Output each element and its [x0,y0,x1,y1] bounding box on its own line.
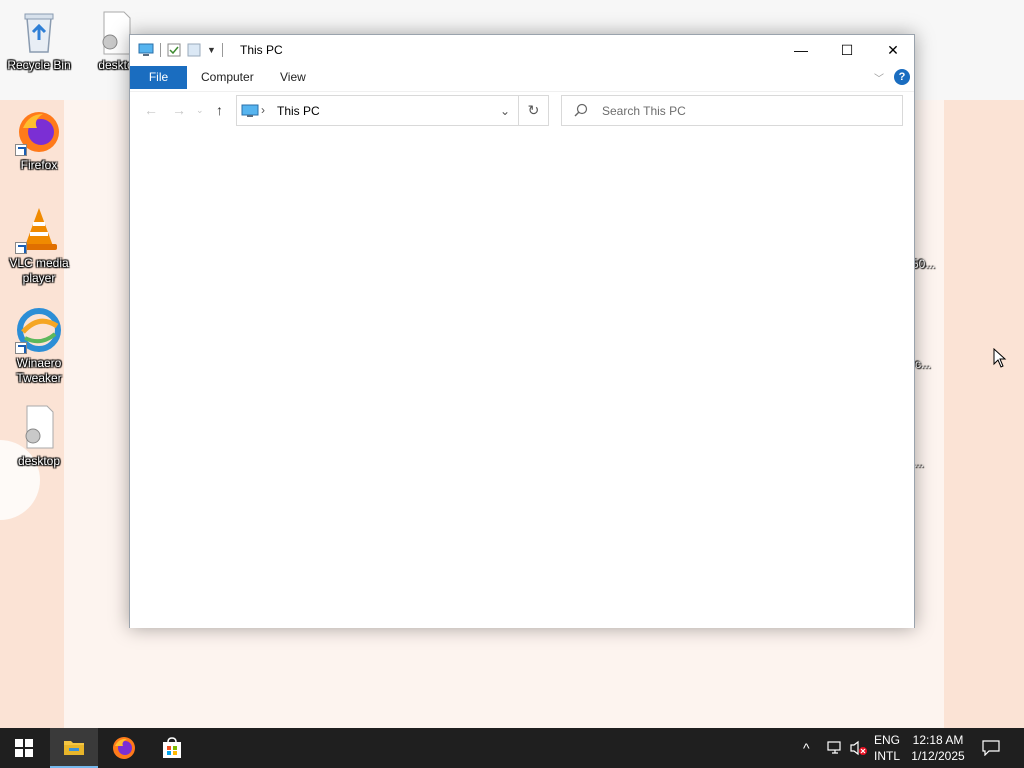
desktop-edge-label[interactable]: ... [914,456,924,470]
taskbar-clock[interactable]: 12:18 AM 1/12/2025 [906,732,970,764]
tab-computer[interactable]: Computer [189,66,266,89]
file-list-pane[interactable] [130,128,914,628]
desktop-edge-label[interactable]: c... [915,357,931,371]
firefox-icon [15,108,63,156]
minimize-icon: — [794,42,808,58]
volume-muted-icon[interactable] [850,728,868,768]
ribbon-right-controls: ﹀ ? [874,69,910,85]
toolbar-separator [160,43,161,57]
quick-access-toolbar: ▼ [138,42,223,58]
this-pc-icon [138,43,154,56]
address-location[interactable]: This PC [277,104,320,118]
refresh-icon: ↻ [527,102,540,118]
this-pc-icon [241,104,259,117]
forward-button[interactable]: → [172,102,186,118]
network-icon[interactable] [826,728,844,768]
action-center-button[interactable] [982,728,1000,768]
desktop-icon-firefox[interactable]: Firefox [1,108,77,173]
desktop-icon-label: VLC media player [9,256,69,285]
clock-date: 1/12/2025 [911,749,965,763]
close-button[interactable]: ✕ [870,35,916,65]
up-button[interactable]: ↑ [216,102,223,118]
firefox-icon [113,737,135,759]
recycle-bin-icon [15,8,63,56]
search-icon [574,103,588,117]
mouse-cursor-icon [993,348,1007,368]
desktop-icon-label: desktop [17,454,61,468]
window-title: This PC [240,43,283,57]
desktop-icon-vlc[interactable]: VLC media player [1,206,77,286]
close-icon: ✕ [887,41,899,58]
search-placeholder: Search This PC [602,104,686,118]
new-folder-icon[interactable] [187,43,201,57]
properties-icon[interactable] [167,43,181,57]
folder-icon [64,741,84,755]
input-language-indicator[interactable]: ENG INTL [874,732,900,764]
desktop-icon-winaero[interactable]: Winaero Tweaker [1,306,77,386]
shortcut-arrow-icon [15,342,27,354]
taskbar-firefox[interactable] [100,728,148,768]
address-history-dropdown-icon[interactable]: ⌄ [500,104,510,118]
taskbar-microsoft-store[interactable] [148,728,196,768]
store-bag-icon [163,737,181,758]
help-icon[interactable]: ? [894,69,910,85]
language-code: ENG [874,733,901,747]
desktop-icon-label: Recycle Bin [7,58,71,72]
settings-file-icon [15,404,63,452]
file-explorer-window[interactable]: ▼ This PC — ☐ ✕ File Computer View ﹀ ? ←… [129,34,915,628]
desktop-icon-recycle-bin[interactable]: Recycle Bin [1,8,77,73]
address-bar[interactable]: › This PC ⌄ [236,95,519,126]
desktop-edge-label[interactable]: 50... [912,257,935,271]
taskbar: ^ ENG INTL 12:18 AM 1/12/2025 [0,728,1024,768]
navigation-bar: ← → ⌄ ↑ › This PC ⌄ ↻ Search This PC [130,91,914,127]
desktop-icon-label: Winaero Tweaker [16,356,62,385]
tab-file[interactable]: File [130,66,187,89]
notification-icon [982,740,1000,756]
customize-toolbar-dropdown-icon[interactable]: ▼ [207,45,216,55]
shortcut-arrow-icon [15,242,27,254]
ribbon-tabs: File Computer View ﹀ ? [130,66,914,90]
start-button[interactable] [0,728,48,768]
title-bar[interactable]: ▼ This PC — ☐ ✕ [130,35,914,65]
keyboard-layout: INTL [874,749,901,763]
desktop-icon-label: Firefox [20,158,58,172]
recent-locations-dropdown[interactable]: ⌄ [196,105,204,116]
refresh-button[interactable]: ↻ [519,95,549,126]
maximize-icon: ☐ [840,41,854,58]
vlc-cone-icon [15,206,63,254]
winaero-tweaker-icon [15,306,63,354]
show-hidden-icons-button[interactable]: ^ [803,728,810,768]
search-box[interactable]: Search This PC [561,95,903,126]
desktop-icon-desktop[interactable]: desktop [1,404,77,469]
clock-time: 12:18 AM [912,733,964,747]
back-button[interactable]: ← [144,102,158,118]
windows-logo-icon [15,739,33,757]
shortcut-arrow-icon [15,144,27,156]
minimize-button[interactable]: — [778,35,824,65]
taskbar-file-explorer[interactable] [50,728,98,768]
maximize-button[interactable]: ☐ [824,35,870,65]
toolbar-separator [221,43,223,57]
tab-view[interactable]: View [268,66,318,89]
breadcrumb-chevron-icon[interactable]: › [261,103,265,117]
expand-ribbon-icon[interactable]: ﹀ [874,70,884,85]
